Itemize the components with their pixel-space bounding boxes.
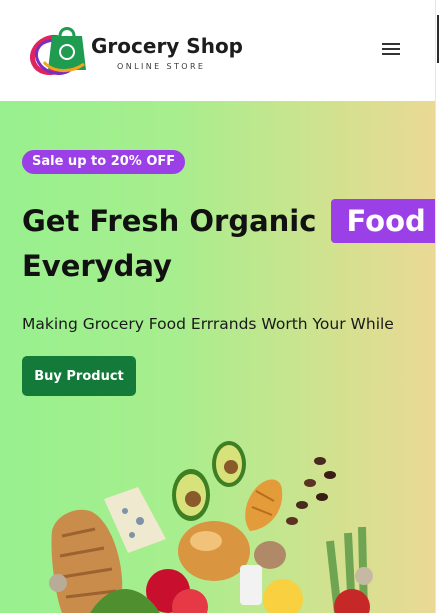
scrollbar-track[interactable] [435, 0, 439, 613]
headline-highlight: Food [330, 199, 435, 243]
hero-headline: Get Fresh Organic Food Everyday [22, 199, 435, 289]
hamburger-menu-icon[interactable] [378, 38, 404, 60]
shopping-bag-logo-icon[interactable] [30, 22, 92, 78]
brand-name: Grocery Shop [91, 34, 244, 58]
avocado-illustration [172, 441, 246, 521]
menu-bar [382, 43, 400, 45]
headline-line-2: Everyday [22, 249, 172, 283]
buy-product-button[interactable]: Buy Product [22, 356, 136, 396]
brand-tagline: ONLINE STORE [117, 62, 206, 71]
hero-subtitle: Making Grocery Food Errrands Worth Your … [22, 315, 394, 333]
menu-bar [382, 53, 400, 55]
site-header: Grocery Shop ONLINE STORE [0, 0, 435, 101]
menu-bar [382, 48, 400, 50]
dried-beans-illustration [286, 457, 336, 525]
hero-banner: Sale up to 20% OFF Get Fresh Organic Foo… [0, 101, 435, 613]
croissant-illustration [245, 479, 283, 531]
sale-badge: Sale up to 20% OFF [22, 150, 186, 174]
headline-line-1: Get Fresh Organic Food [22, 199, 435, 244]
bread-bun-illustration [178, 521, 250, 581]
headline-text: Get Fresh Organic [22, 204, 317, 238]
produce-image [49, 441, 373, 613]
